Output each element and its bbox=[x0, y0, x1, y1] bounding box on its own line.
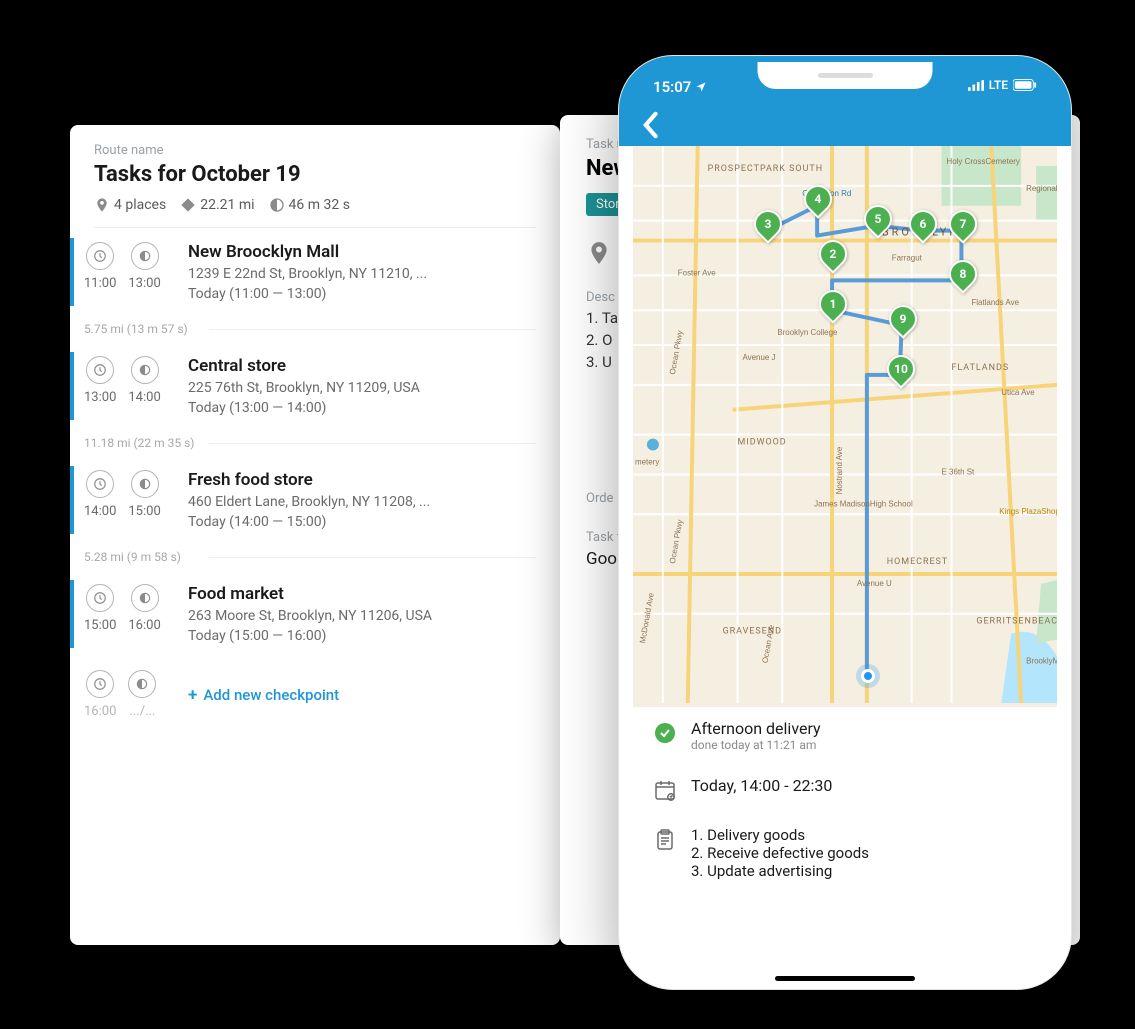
route-icon bbox=[180, 197, 196, 213]
check-circle-icon bbox=[653, 721, 677, 745]
clipboard-icon bbox=[653, 828, 677, 852]
map-label-kings: Kings PlazaShopping Cent bbox=[999, 507, 1057, 516]
map-label-gerritsen: GERRITSENBEACH bbox=[976, 617, 1057, 627]
tasks-card: Route name Tasks for October 19 4 places… bbox=[70, 125, 560, 945]
checkpoint-row[interactable]: 13:00 14:00 Central store 225 76th St, B… bbox=[70, 342, 560, 430]
network-label: LTE bbox=[989, 78, 1008, 92]
map-pin[interactable]: 9 bbox=[889, 305, 917, 341]
clock-icon bbox=[86, 356, 114, 384]
leg-distance: 11.18 mi (22 m 35 s) bbox=[84, 434, 536, 452]
sheet-schedule: Today, 14:00 - 22:30 bbox=[691, 776, 832, 795]
location-icon bbox=[695, 81, 707, 93]
map-label-flatave: Flatlands Ave bbox=[971, 298, 1019, 307]
map-pin[interactable]: 10 bbox=[887, 355, 915, 391]
moon-icon bbox=[131, 584, 159, 612]
back-button[interactable] bbox=[641, 111, 659, 139]
clock-icon bbox=[86, 242, 114, 270]
checkpoint-row[interactable]: 11:00 13:00 New Broocklyn Mall 1239 E 22… bbox=[70, 228, 560, 316]
map-label-flatlands: FLATLANDS bbox=[951, 363, 1009, 373]
map-pin[interactable]: 4 bbox=[804, 185, 832, 221]
map-label-college: Brooklyn College bbox=[777, 328, 838, 337]
pin-icon bbox=[586, 240, 612, 266]
checkpoint-name: New Broocklyn Mall bbox=[188, 242, 536, 262]
sheet-step: 3. Update advertising bbox=[691, 862, 869, 880]
clock-icon bbox=[86, 584, 114, 612]
map-label-avj: Avenue J bbox=[742, 353, 775, 362]
sheet-step: 2. Receive defective goods bbox=[691, 844, 869, 862]
checkpoint-schedule: Today (11:00 — 13:00) bbox=[188, 286, 536, 302]
moon-icon bbox=[131, 242, 159, 270]
map-label-nostrand: Nostrand Ave bbox=[835, 446, 844, 494]
status-time: 15:07 bbox=[653, 78, 691, 96]
current-location-dot bbox=[861, 669, 875, 683]
map-label-cemetery: Holy CrossCemetery bbox=[947, 157, 1020, 166]
map-label-foster: Foster Ave bbox=[678, 268, 716, 277]
map-pin[interactable]: 2 bbox=[819, 240, 847, 276]
map-label-metery: metery bbox=[635, 457, 659, 466]
checkpoint-row[interactable]: 15:00 16:00 Food market 263 Moore St, Br… bbox=[70, 570, 560, 658]
moon-icon bbox=[131, 356, 159, 384]
sheet-task-title: Afternoon delivery bbox=[691, 719, 821, 738]
map-label-marine: BrooklyMarine P bbox=[1026, 657, 1057, 666]
map-label-avu: Avenue U bbox=[857, 579, 892, 588]
add-checkpoint-link[interactable]: +Add new checkpoint bbox=[170, 670, 339, 719]
leg-distance: 5.75 mi (13 m 57 s) bbox=[84, 320, 536, 338]
map-label-regional: Regional bbox=[1026, 184, 1057, 193]
checkpoint-start-time: 11:00 bbox=[84, 276, 116, 291]
plus-icon: + bbox=[188, 685, 197, 705]
map-pin[interactable]: 3 bbox=[754, 210, 782, 246]
route-stats: 4 places 22.21 mi 46 m 32 s bbox=[94, 197, 536, 213]
map-pin[interactable]: 7 bbox=[949, 210, 977, 246]
sheet-task-done: done today at 11:21 am bbox=[691, 738, 821, 752]
map-label-hs: James MadisonHigh School bbox=[814, 499, 913, 508]
duration-icon bbox=[269, 197, 285, 213]
checkpoint-row[interactable]: 14:00 15:00 Fresh food store 460 Eldert … bbox=[70, 456, 560, 544]
moon-icon bbox=[131, 470, 159, 498]
checkpoint-address: 1239 E 22nd St, Brooklyn, NY 11210, ... bbox=[188, 266, 536, 282]
map-pin[interactable]: 5 bbox=[864, 205, 892, 241]
route-title: Tasks for October 19 bbox=[94, 162, 536, 187]
calendar-icon bbox=[653, 778, 677, 802]
task-sheet: Afternoon delivery done today at 11:21 a… bbox=[633, 706, 1057, 975]
home-indicator bbox=[775, 976, 915, 981]
map-label-utica: Utica Ave bbox=[1001, 388, 1035, 397]
map-label-farragut: Farragut bbox=[892, 253, 923, 262]
add-checkpoint-row: 16:00 .../... +Add new checkpoint bbox=[70, 658, 560, 731]
sheet-step: 1. Delivery goods bbox=[691, 826, 869, 844]
map-label-midwood: MIDWOOD bbox=[738, 438, 787, 448]
battery-icon bbox=[1013, 79, 1037, 91]
map-label-homecrest: HOMECREST bbox=[887, 557, 948, 567]
map-label-prospect: PROSPECTPARK SOUTH bbox=[708, 164, 823, 174]
map[interactable]: PROSPECTPARK SOUTH BROOKLYN FLATLANDS MI… bbox=[633, 146, 1057, 706]
moon-icon bbox=[128, 670, 156, 698]
map-pin[interactable]: 8 bbox=[949, 260, 977, 296]
pin-icon bbox=[94, 197, 110, 213]
phone-notch bbox=[758, 62, 933, 89]
map-pin[interactable]: 6 bbox=[909, 210, 937, 246]
phone-mockup: 15:07 LTE bbox=[618, 55, 1072, 990]
clock-icon bbox=[86, 670, 114, 698]
map-label-e36: E 36th St bbox=[942, 467, 976, 476]
leg-distance: 5.28 mi (9 m 58 s) bbox=[84, 548, 536, 566]
clock-icon bbox=[86, 470, 114, 498]
route-name-label: Route name bbox=[94, 143, 536, 158]
checkpoint-end-time: 13:00 bbox=[128, 276, 160, 291]
map-pin[interactable]: 1 bbox=[819, 290, 847, 326]
signal-icon bbox=[968, 80, 984, 91]
map-svg: PROSPECTPARK SOUTH BROOKLYN FLATLANDS MI… bbox=[633, 146, 1057, 703]
